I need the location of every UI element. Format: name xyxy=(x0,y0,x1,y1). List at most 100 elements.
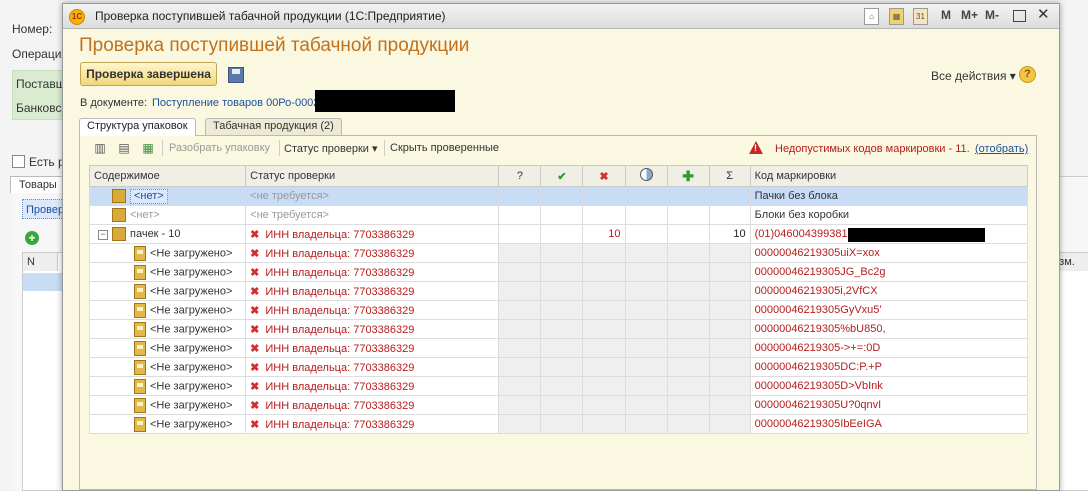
table-row[interactable]: <Не загружено> ✖ ИНН владельца: 7703386329… xyxy=(88,357,1029,377)
hide-checked-button[interactable]: Скрыть проверенные xyxy=(390,142,499,154)
content-cell: <Не загружено> xyxy=(88,300,247,320)
content-cell: <Не загружено> xyxy=(88,395,247,415)
total-cell xyxy=(708,395,751,415)
error-icon: ✖ xyxy=(250,266,260,279)
column-content[interactable]: Содержимое xyxy=(88,165,247,187)
document-link[interactable]: Поступление товаров 00Ро-0002 xyxy=(152,97,319,109)
package-grid[interactable]: Содержимое Статус проверки ? ✔ ✖ ✚ Σ Код… xyxy=(88,165,1029,434)
cross-icon: ✖ xyxy=(599,170,609,183)
checked-cell xyxy=(540,376,584,396)
invalid-codes-warning: Недопустимых кодов маркировки - 11. xyxy=(775,143,970,155)
home-icon[interactable]: ⌂ xyxy=(864,8,879,25)
content-value: <Не загружено> xyxy=(150,284,233,297)
tab-package-structure[interactable]: Структура упаковок xyxy=(79,118,196,136)
error-icon: ✖ xyxy=(250,380,260,393)
plus-icon: ✚ xyxy=(682,167,694,184)
status-cell: ✖ ИНН владельца: 7703386329 xyxy=(245,338,500,358)
column-pending[interactable] xyxy=(624,165,668,187)
column-marking-code[interactable]: Код маркировки xyxy=(749,165,1029,187)
check-status-menu[interactable]: Статус проверки ▾ xyxy=(284,142,378,155)
total-cell xyxy=(708,300,751,320)
column-check-status[interactable]: Статус проверки xyxy=(245,165,500,187)
marking-code-cell: 00000046219305JG_Bc2g xyxy=(749,262,1029,282)
table-row[interactable]: <Не загружено> ✖ ИНН владельца: 7703386329… xyxy=(88,395,1029,415)
pending-cell xyxy=(624,395,668,415)
pack-icon xyxy=(134,302,146,318)
barcode-search-icon[interactable]: ▤ xyxy=(116,141,132,155)
table-row[interactable]: <Не загружено> ✖ ИНН владельца: 7703386329… xyxy=(88,262,1029,282)
save-icon[interactable] xyxy=(228,67,244,83)
memory-minus-button[interactable]: M- xyxy=(985,8,999,23)
close-icon[interactable]: ✕ xyxy=(1037,7,1050,22)
status-cell: ✖ ИНН владельца: 7703386329 xyxy=(245,262,500,282)
background-checkbox[interactable] xyxy=(12,155,25,168)
unknown-cell xyxy=(498,281,542,301)
table-row[interactable]: <Не загружено> ✖ ИНН владельца: 7703386329… xyxy=(88,300,1029,320)
add-icon[interactable]: + xyxy=(25,231,39,245)
calculator-icon[interactable]: ▦ xyxy=(889,8,904,25)
calendar-icon[interactable]: 31 xyxy=(913,8,928,25)
errors-cell xyxy=(582,395,626,415)
table-row[interactable]: <Не загружено> ✖ ИНН владельца: 7703386329… xyxy=(88,281,1029,301)
total-cell xyxy=(708,243,751,263)
barcode-scan-icon[interactable]: ▥ xyxy=(92,141,108,155)
errors-cell xyxy=(582,186,626,206)
tab-goods[interactable]: Товары xyxy=(10,176,66,193)
table-row[interactable]: <Не загружено> ✖ ИНН владельца: 7703386329… xyxy=(88,338,1029,358)
content-cell: <Не загружено> xyxy=(88,319,247,339)
checked-cell xyxy=(540,243,584,263)
table-row[interactable]: <Не загружено> ✖ ИНН владельца: 7703386329… xyxy=(88,376,1029,396)
pack-icon xyxy=(134,378,146,394)
all-actions-menu[interactable]: Все действия ▾ xyxy=(931,69,1016,83)
table-row[interactable]: <нет> <не требуется> Блоки без коробки xyxy=(88,205,1029,225)
table-row[interactable]: <нет> <не требуется> Пачки без блока xyxy=(88,186,1029,206)
unknown-cell xyxy=(498,395,542,415)
errors-cell xyxy=(582,338,626,358)
help-icon[interactable]: ? xyxy=(1019,66,1036,83)
unknown-cell xyxy=(498,319,542,339)
unpack-button[interactable]: Разобрать упаковку xyxy=(169,142,270,154)
pending-cell xyxy=(624,338,668,358)
pending-cell xyxy=(624,414,668,434)
filter-link[interactable]: (отобрать) xyxy=(975,143,1028,155)
check-complete-button[interactable]: Проверка завершена xyxy=(80,62,217,86)
marking-code-cell: 00000046219305GyVxu5' xyxy=(749,300,1029,320)
total-cell xyxy=(708,205,751,225)
column-total[interactable]: Σ xyxy=(708,165,751,187)
errors-cell: 10 xyxy=(582,224,626,244)
maximize-icon[interactable] xyxy=(1013,10,1026,22)
marking-code-cell: 00000046219305DC:P.+P xyxy=(749,357,1029,377)
checked-cell xyxy=(540,300,584,320)
memory-button[interactable]: M xyxy=(941,8,951,23)
unknown-cell xyxy=(498,262,542,282)
box-icon xyxy=(112,227,126,241)
error-icon: ✖ xyxy=(250,418,260,431)
column-added[interactable]: ✚ xyxy=(666,165,710,187)
status-value: ИНН владельца: 7703386329 xyxy=(265,361,415,374)
tab-tobacco-products[interactable]: Табачная продукция (2) xyxy=(205,118,342,135)
column-unknown[interactable]: ? xyxy=(498,165,542,187)
unknown-cell xyxy=(498,414,542,434)
column-errors[interactable]: ✖ xyxy=(582,165,626,187)
added-cell xyxy=(666,281,710,301)
content-cell: <нет> xyxy=(88,205,247,225)
table-icon[interactable]: ▦ xyxy=(140,141,156,155)
content-cell: <Не загружено> xyxy=(88,414,247,434)
pack-icon xyxy=(134,340,146,356)
table-row[interactable]: <Не загружено> ✖ ИНН владельца: 7703386329… xyxy=(88,414,1029,434)
collapse-icon[interactable]: − xyxy=(98,229,108,240)
table-row[interactable]: <Не загружено> ✖ ИНН владельца: 7703386329… xyxy=(88,319,1029,339)
content-value: <Не загружено> xyxy=(150,379,233,392)
added-cell xyxy=(666,319,710,339)
content-value: пачек - 10 xyxy=(130,227,181,240)
content-cell: <Не загружено> xyxy=(88,281,247,301)
pack-icon xyxy=(134,283,146,299)
added-cell xyxy=(666,338,710,358)
unknown-cell xyxy=(498,376,542,396)
content-value: <Не загружено> xyxy=(150,360,233,373)
column-checked[interactable]: ✔ xyxy=(540,165,584,187)
table-row[interactable]: <Не загружено> ✖ ИНН владельца: 7703386329… xyxy=(88,243,1029,263)
pack-icon xyxy=(134,264,146,280)
memory-plus-button[interactable]: M+ xyxy=(961,8,978,23)
total-cell xyxy=(708,414,751,434)
